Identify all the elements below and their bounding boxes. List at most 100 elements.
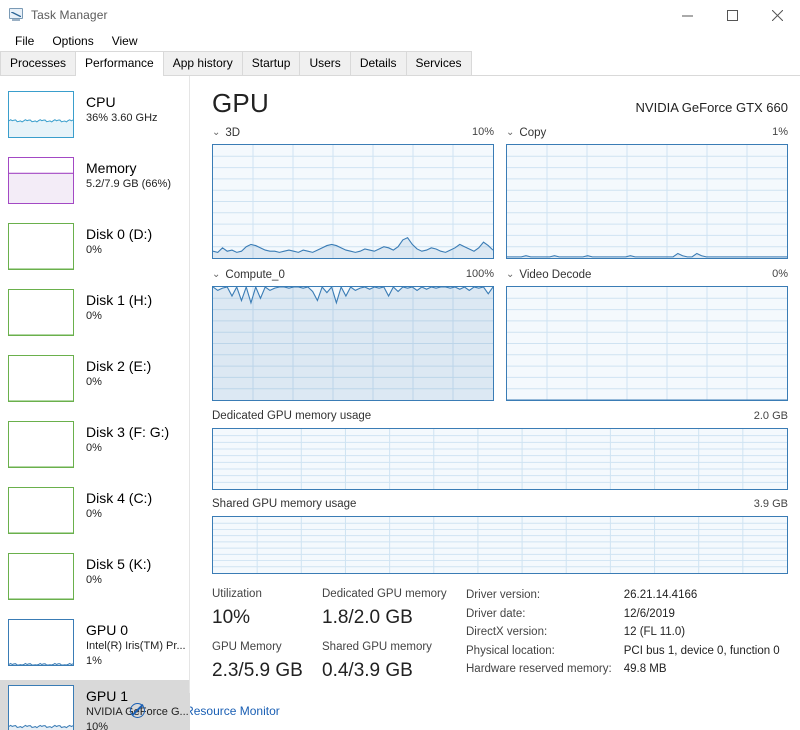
dedicated-memory-section: Dedicated GPU memory usage 2.0 GB: [212, 410, 788, 490]
sidebar-item-disk-5[interactable]: Disk 5 (K:) 0%: [0, 548, 190, 614]
sidebar-item-label: Disk 2 (E:): [86, 358, 152, 374]
sidebar-mini-graph-gpu-0: [8, 619, 74, 666]
sidebar-item-gpu-1[interactable]: GPU 1 NVIDIA GeForce G... 10%: [0, 680, 190, 730]
sidebar-item-label: Memory: [86, 160, 137, 176]
minimize-icon[interactable]: [665, 0, 710, 30]
page-title: GPU: [212, 88, 269, 118]
sidebar-item-sub: Intel(R) Iris(TM) Pr...: [86, 640, 186, 652]
sidebar-item-sub: 0%: [86, 310, 102, 322]
device-info-value: 49.8 MB: [623, 663, 667, 675]
sidebar-item-disk-2[interactable]: Disk 2 (E:) 0%: [0, 350, 190, 416]
engine-graph-row-2: ⌄ Compute_0 100% ⌄ Video Decode 0%: [212, 268, 788, 401]
sidebar-item-sub: 5.2/7.9 GB (66%): [86, 178, 171, 190]
sidebar-item-sub: 0%: [86, 376, 102, 388]
engine-cell-compute-0: ⌄ Compute_0 100%: [212, 268, 494, 401]
sidebar-item-text-memory: Memory 5.2/7.9 GB (66%): [74, 157, 171, 192]
sidebar-item-text-cpu: CPU 36% 3.60 GHz: [74, 91, 158, 126]
sidebar-item-disk-4[interactable]: Disk 4 (C:) 0%: [0, 482, 190, 548]
stat-label-utilization: Utilization: [212, 588, 262, 600]
tab-performance[interactable]: Performance: [75, 51, 164, 76]
sidebar-item-sub: 0%: [86, 442, 102, 454]
sidebar-item-sub: 0%: [86, 508, 102, 520]
graph-copy: [506, 144, 788, 259]
sidebar-item-disk-3[interactable]: Disk 3 (F: G:) 0%: [0, 416, 190, 482]
maximize-icon[interactable]: [710, 0, 755, 30]
dedicated-memory-label: Dedicated GPU memory usage: [212, 410, 372, 422]
tab-app-history[interactable]: App history: [162, 51, 243, 75]
engine-value-copy: 1%: [772, 126, 788, 138]
sidebar-item-text-disk-5: Disk 5 (K:) 0%: [74, 553, 151, 588]
graph-shared-memory: [212, 516, 788, 574]
sidebar-item-label: GPU 0: [86, 622, 129, 638]
engine-graph-row-1: ⌄ 3D 10% ⌄ Copy 1%: [212, 126, 788, 259]
sidebar-mini-graph-gpu-1: [8, 685, 74, 730]
sidebar-item-sub: 0%: [86, 244, 102, 256]
engine-value-compute-0: 100%: [465, 268, 494, 280]
sidebar-mini-graph-memory: [8, 157, 74, 204]
tab-details[interactable]: Details: [349, 51, 407, 75]
sidebar-item-disk-0[interactable]: Disk 0 (D:) 0%: [0, 218, 190, 284]
engine-value-video-decode: 0%: [772, 268, 788, 280]
engine-value-3d: 10%: [471, 126, 494, 138]
menu-file[interactable]: File: [6, 32, 43, 50]
sidebar-item-label: Disk 1 (H:): [86, 292, 153, 308]
device-info-values: 26.21.14.4166 12/6/2019 12 (FL 11.0) PCI bu…: [612, 586, 780, 686]
sidebar-item-cpu[interactable]: CPU 36% 3.60 GHz: [0, 86, 190, 152]
dedicated-memory-max: 2.0 GB: [753, 410, 788, 422]
tab-services[interactable]: Services: [405, 51, 472, 75]
device-info-key: DirectX version:: [466, 626, 548, 638]
sidebar-item-gpu-0[interactable]: GPU 0 Intel(R) Iris(TM) Pr... 1%: [0, 614, 190, 680]
engine-label-3d: 3D: [225, 127, 241, 139]
tab-processes[interactable]: Processes: [0, 51, 77, 75]
engine-label-copy: Copy: [519, 127, 547, 139]
sidebar-mini-graph-disk-5: [8, 553, 74, 600]
graph-video-decode: [506, 286, 788, 401]
menu-view[interactable]: View: [103, 32, 147, 50]
graph-dedicated-memory: [212, 428, 788, 490]
sidebar-mini-graph-disk-0: [8, 223, 74, 270]
performance-sidebar: CPU 36% 3.60 GHz Memory 5.2/7.9 GB (66%) Dis…: [0, 76, 190, 730]
device-info-table: Driver version: Driver date: DirectX versi…: [462, 586, 780, 686]
sidebar-item-sub2: 1%: [86, 655, 102, 667]
device-info-value: 12 (FL 11.0): [623, 626, 686, 638]
sidebar-item-text-disk-1: Disk 1 (H:) 0%: [74, 289, 152, 324]
stat-label-shared-gpu-memory: Shared GPU memory: [322, 641, 432, 653]
chevron-down-icon[interactable]: ⌄: [212, 270, 220, 280]
device-info-key: Driver date:: [466, 607, 526, 620]
sidebar-item-text-disk-4: Disk 4 (C:) 0%: [74, 487, 152, 522]
device-info-key: Hardware reserved memory:: [466, 663, 612, 675]
shared-memory-section: Shared GPU memory usage 3.9 GB: [212, 498, 788, 574]
shared-memory-label: Shared GPU memory usage: [212, 498, 357, 510]
sidebar-mini-graph-cpu: [8, 91, 74, 138]
engine-cell-copy: ⌄ Copy 1%: [506, 126, 788, 259]
graph-3d: [212, 144, 494, 259]
stat-value-gpu-memory: 2.3/5.9 GB: [212, 660, 303, 681]
engine-cell-3d: ⌄ 3D 10%: [212, 126, 494, 259]
chevron-down-icon[interactable]: ⌄: [506, 128, 514, 138]
chevron-down-icon[interactable]: ⌄: [506, 270, 514, 280]
gpu-detail-panel: GPU NVIDIA GeForce GTX 660 ⌄ 3D 10% ⌄ Co…: [190, 76, 800, 693]
stat-value-shared-gpu-memory: 0.4/3.9 GB: [322, 660, 413, 681]
sidebar-item-label: Disk 5 (K:): [86, 556, 152, 572]
sidebar-item-memory[interactable]: Memory 5.2/7.9 GB (66%): [0, 152, 190, 218]
sidebar-item-label: Disk 4 (C:): [86, 490, 153, 506]
sidebar-item-label: Disk 3 (F: G:): [86, 424, 170, 440]
device-info-value: 26.21.14.4166: [623, 589, 698, 601]
stats-row: Utilization 10% GPU Memory 2.3/5.9 GB De…: [212, 574, 788, 686]
device-info-key: Physical location:: [466, 644, 555, 657]
menu-bar: File Options View: [0, 30, 800, 51]
window-title: Task Manager: [31, 8, 108, 22]
sidebar-item-label: Disk 0 (D:): [86, 226, 153, 242]
window-controls: [665, 0, 800, 30]
stat-col-left: Utilization 10% GPU Memory 2.3/5.9 GB: [212, 586, 322, 686]
chevron-down-icon[interactable]: ⌄: [212, 128, 220, 138]
menu-options[interactable]: Options: [43, 32, 102, 50]
sidebar-mini-graph-disk-1: [8, 289, 74, 336]
sidebar-mini-graph-disk-4: [8, 487, 74, 534]
panel-header: GPU NVIDIA GeForce GTX 660: [212, 88, 788, 126]
sidebar-item-text-gpu-0: GPU 0 Intel(R) Iris(TM) Pr... 1%: [74, 619, 186, 669]
tab-startup[interactable]: Startup: [241, 51, 301, 75]
close-icon[interactable]: [755, 0, 800, 30]
tab-users[interactable]: Users: [299, 51, 351, 75]
sidebar-item-disk-1[interactable]: Disk 1 (H:) 0%: [0, 284, 190, 350]
